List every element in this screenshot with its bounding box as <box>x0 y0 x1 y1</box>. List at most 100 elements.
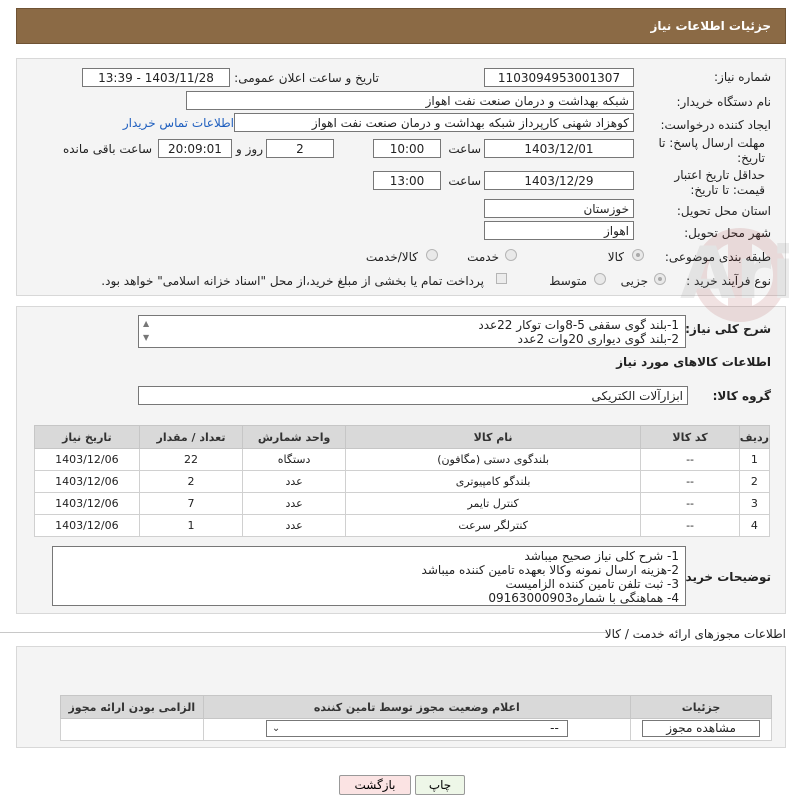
back-button[interactable]: بازگشت <box>339 775 411 795</box>
description-textarea[interactable]: 1-بلند گوی سقفی 5-8وات توکار 22عدد 2-بلن… <box>138 315 686 348</box>
table-cell: -- <box>640 514 740 537</box>
province-label: استان محل تحویل: <box>676 204 771 218</box>
table-cell: 2 <box>138 470 244 493</box>
table-cell: 1403/12/06 <box>34 470 140 493</box>
buyer-contact-link[interactable]: اطلاعات تماس خریدار <box>123 116 234 130</box>
table-row: 3 -- کنترل تایمر عدد 7 1403/12/06 <box>34 492 771 515</box>
chevron-down-icon: ⌄ <box>271 722 281 734</box>
buyer-note-line: 4- هماهنگی با شماره09163000903 <box>488 591 679 605</box>
table-cell: دستگاه <box>242 448 346 471</box>
table-row: 4 -- کنترلگر سرعت عدد 1 1403/12/06 <box>34 514 771 537</box>
permit-status-value: -- <box>550 720 559 735</box>
goods-group-label: گروه کالا: <box>712 389 771 403</box>
permit-status-cell: -- ⌄ <box>202 718 632 741</box>
buyer-org-label: نام دستگاه خریدار: <box>676 95 772 109</box>
validity-date-field: 1403/12/29 <box>484 171 634 190</box>
description-label: شرح کلی نیاز: <box>685 322 771 336</box>
category-goods-radio[interactable] <box>632 249 644 261</box>
goods-group-field: ابزارآلات الکتریکی <box>138 386 688 405</box>
need-number-field: 1103094953001307 <box>484 68 634 87</box>
col-need-date: تاریخ نیاز <box>34 425 140 449</box>
col-unit: واحد شمارش <box>242 425 346 449</box>
col-row-number: ردیف <box>738 425 771 449</box>
price-validity-label: حداقل تاریخ اعتبار قیمت: تا تاریخ: <box>674 168 765 197</box>
col-item-code: کد کالا <box>640 425 740 449</box>
table-cell: 1 <box>138 514 244 537</box>
process-label: نوع فرآیند خرید : <box>686 274 771 288</box>
permits-divider <box>0 632 606 633</box>
goods-section-title: اطلاعات کالاهای مورد نیاز <box>616 355 771 369</box>
category-label: طبقه بندی موضوعی: <box>664 250 771 264</box>
table-cell: 22 <box>138 448 244 471</box>
category-goods-text: کالا <box>607 250 624 264</box>
permits-section-title: اطلاعات مجوزهای ارائه خدمت / کالا <box>604 627 786 641</box>
page-title-bar: جزئیات اطلاعات نیاز <box>16 8 786 44</box>
table-cell: 1 <box>738 448 771 471</box>
table-cell: 4 <box>738 514 771 537</box>
table-cell: عدد <box>242 492 346 515</box>
category-service-text: خدمت <box>467 250 499 264</box>
treasury-payment-checkbox[interactable] <box>496 273 507 284</box>
days-remaining-field: 2 <box>266 139 334 158</box>
process-medium-radio[interactable] <box>594 273 606 285</box>
col-quantity: تعداد / مقدار <box>138 425 244 449</box>
scroll-arrows-icon[interactable]: ▲ ▼ <box>143 317 149 345</box>
permit-status-select[interactable]: -- ⌄ <box>265 719 568 737</box>
creator-field: کوهزاد شهنی کارپرداز شبکه بهداشت و درمان… <box>234 113 634 132</box>
buyer-note-line: 2-هزینه ارسال نمونه وکالا بعهده تامین کن… <box>421 563 679 577</box>
permits-col-details: جزئیات <box>630 695 772 719</box>
table-row: 1 -- بلندگوی دستی (مگافون) دستگاه 22 1403/12/… <box>34 448 771 471</box>
permits-table: جزئیات اعلام وضعیت مجوز توسط تامین کننده… <box>60 695 772 741</box>
remaining-time-label: ساعت باقی مانده <box>62 142 152 156</box>
table-cell: عدد <box>242 470 346 493</box>
announce-field: 1403/11/28 - 13:39 <box>82 68 230 87</box>
permit-details-cell: مشاهده مجوز <box>630 718 772 741</box>
table-cell: 3 <box>738 492 771 515</box>
need-number-label: شماره نیاز: <box>714 70 771 84</box>
reply-time-label: ساعت <box>448 142 481 156</box>
table-cell: عدد <box>242 514 346 537</box>
reply-deadline-label: مهلت ارسال پاسخ: تا تاریخ: <box>658 136 765 165</box>
category-both-text: کالا/خدمت <box>365 250 418 264</box>
page-title: جزئیات اطلاعات نیاز <box>650 19 771 33</box>
validity-time-field: 13:00 <box>373 171 441 190</box>
col-item-name: نام کالا <box>344 425 642 449</box>
table-cell: کنترل تایمر <box>344 492 642 515</box>
table-cell: -- <box>640 492 740 515</box>
table-cell: بلندگو کامپیوتری <box>344 470 642 493</box>
table-cell: -- <box>640 448 740 471</box>
buyer-notes-textarea[interactable]: 1- شرح کلی نیاز صحیح میباشد 2-هزینه ارسا… <box>52 546 686 606</box>
table-row: 2 -- بلندگو کامپیوتری عدد 2 1403/12/06 <box>34 470 771 493</box>
announce-label: تاریخ و ساعت اعلان عمومی: <box>234 71 379 85</box>
process-medium-text: متوسط <box>549 274 587 288</box>
creator-label: ایجاد کننده درخواست: <box>660 118 771 132</box>
province-field: خوزستان <box>484 199 634 218</box>
permits-col-required: الزامی بودن ارائه مجوز <box>60 695 204 719</box>
table-cell: 1403/12/06 <box>34 448 140 471</box>
process-minor-radio[interactable] <box>654 273 666 285</box>
table-cell: کنترلگر سرعت <box>344 514 642 537</box>
category-both-radio[interactable] <box>426 249 438 261</box>
buyer-org-field: شبکه بهداشت و درمان صنعت نفت اهواز <box>186 91 634 110</box>
permit-required-cell <box>60 718 204 741</box>
city-field: اهواز <box>484 221 634 240</box>
validity-time-label: ساعت <box>448 174 481 188</box>
table-cell: -- <box>640 470 740 493</box>
table-cell: 1403/12/06 <box>34 492 140 515</box>
description-line: 2-بلند گوی دیواری 20وات 2عدد <box>517 332 679 346</box>
table-cell: 7 <box>138 492 244 515</box>
table-cell: 1403/12/06 <box>34 514 140 537</box>
reply-date-field: 1403/12/01 <box>484 139 634 158</box>
permits-col-status: اعلام وضعیت مجوز توسط تامین کننده <box>202 695 632 719</box>
goods-table: ردیف کد کالا نام کالا واحد شمارش تعداد /… <box>34 425 771 537</box>
print-button[interactable]: چاپ <box>415 775 465 795</box>
category-service-radio[interactable] <box>505 249 517 261</box>
table-cell: بلندگوی دستی (مگافون) <box>344 448 642 471</box>
buyer-note-line: 1- شرح کلی نیاز صحیح میباشد <box>524 549 679 563</box>
reply-time-field: 10:00 <box>373 139 441 158</box>
table-cell: 2 <box>738 470 771 493</box>
city-label: شهر محل تحویل: <box>684 226 771 240</box>
view-permit-button[interactable]: مشاهده مجوز <box>642 719 761 737</box>
process-minor-text: جزیی <box>620 274 648 288</box>
treasury-payment-note: پرداخت تمام یا بخشی از مبلغ خرید،از محل … <box>101 274 484 288</box>
